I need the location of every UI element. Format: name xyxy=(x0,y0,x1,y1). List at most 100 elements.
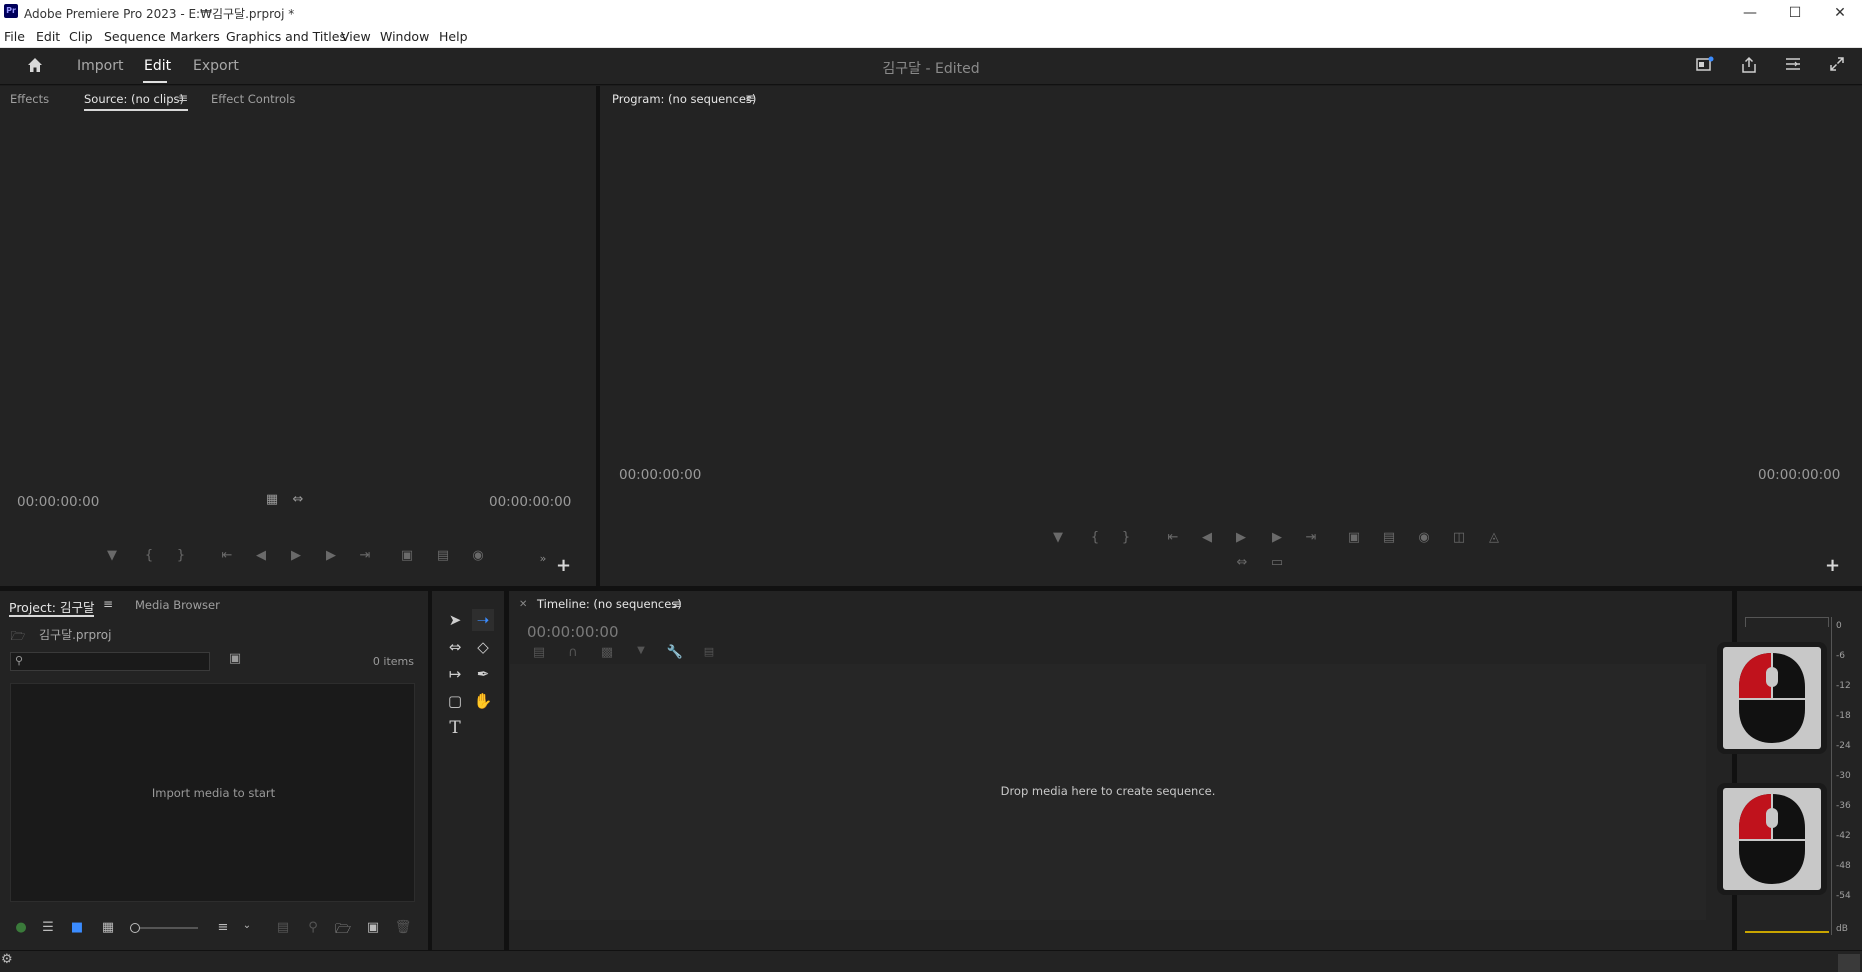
project-name: 김구달 xyxy=(882,61,922,77)
lift-icon[interactable]: ▣ xyxy=(1344,530,1364,545)
quick-export-icon[interactable] xyxy=(1694,56,1716,78)
type-tool-icon[interactable]: T xyxy=(444,717,466,739)
project-item-list[interactable]: Import media to start xyxy=(10,683,415,902)
comparison-view-icon[interactable]: ◫ xyxy=(1449,530,1469,545)
program-step-forward-icon[interactable]: ▶ xyxy=(1267,530,1287,545)
timeline-add-marker-icon[interactable]: ▼ xyxy=(631,645,651,656)
tab-effect-controls[interactable]: Effect Controls xyxy=(211,92,295,106)
proxy-toggle-icon[interactable]: ◬ xyxy=(1484,530,1504,545)
meter-axis xyxy=(1831,617,1832,935)
source-timecode-current[interactable]: 00:00:00:00 xyxy=(17,494,99,510)
program-panel-title[interactable]: Program: (no sequences) xyxy=(612,92,756,106)
program-step-back-icon[interactable]: ◀ xyxy=(1197,530,1217,545)
slip-tool-icon[interactable]: ↦ xyxy=(444,663,466,685)
close-timeline-icon[interactable]: ✕ xyxy=(519,599,527,610)
clear-icon[interactable]: 🗑 xyxy=(394,920,412,935)
razor-tool-icon[interactable]: ◇ xyxy=(472,636,494,658)
program-mark-out-icon[interactable]: } xyxy=(1116,530,1136,545)
linked-selection-icon[interactable]: ▩ xyxy=(597,645,617,660)
tab-media-browser[interactable]: Media Browser xyxy=(135,598,220,612)
insert-overwrite-icon[interactable]: ▤ xyxy=(529,645,549,660)
automate-to-sequence-icon[interactable]: ▤ xyxy=(274,920,292,935)
program-mark-in-icon[interactable]: { xyxy=(1085,530,1105,545)
menu-file[interactable]: File xyxy=(4,29,25,44)
maximize-icon[interactable]: ☐ xyxy=(1773,2,1817,24)
step-back-icon[interactable]: ◀ xyxy=(251,548,271,563)
go-to-out-icon[interactable]: ⇥ xyxy=(355,548,375,563)
program-timecode-current[interactable]: 00:00:00:00 xyxy=(619,467,701,483)
icon-view-icon[interactable]: ■ xyxy=(68,920,86,935)
tab-source[interactable]: Source: (no clips) xyxy=(84,92,184,106)
source-panel-menu-icon[interactable]: ≡ xyxy=(178,91,188,105)
find-icon[interactable]: ⚲ xyxy=(304,920,322,935)
menu-window[interactable]: Window xyxy=(380,29,429,44)
timeline-title[interactable]: Timeline: (no sequences) xyxy=(537,597,682,611)
pen-tool-icon[interactable]: ✒ xyxy=(472,663,494,685)
zoom-slider-handle[interactable] xyxy=(130,923,140,933)
more-controls-icon[interactable]: » xyxy=(533,552,553,565)
button-editor-plus-icon[interactable]: + xyxy=(556,555,571,576)
active-tab-indicator xyxy=(143,81,167,83)
share-icon[interactable] xyxy=(1738,56,1760,78)
multi-camera-icon[interactable]: ▭ xyxy=(1267,555,1287,570)
drag-video-icon[interactable]: ▦ xyxy=(262,492,282,507)
extract-icon[interactable]: ▤ xyxy=(1379,530,1399,545)
go-to-in-icon[interactable]: ⇤ xyxy=(217,548,237,563)
insert-icon[interactable]: ▣ xyxy=(397,548,417,563)
program-export-frame-icon[interactable]: ◉ xyxy=(1414,530,1434,545)
timeline-drop-area[interactable]: Drop media here to create sequence. xyxy=(510,664,1706,920)
track-select-tool-icon[interactable]: ➝ xyxy=(472,609,494,631)
new-item-icon[interactable]: ▣ xyxy=(364,920,382,935)
close-icon[interactable]: ✕ xyxy=(1818,2,1862,24)
menu-sequence[interactable]: Sequence xyxy=(104,29,166,44)
captions-icon[interactable]: ▤ xyxy=(699,645,719,658)
menu-help[interactable]: Help xyxy=(439,29,468,44)
mark-out-icon[interactable]: } xyxy=(171,548,191,563)
program-add-marker-icon[interactable]: ▼ xyxy=(1048,530,1068,545)
sort-icon[interactable]: ≡ xyxy=(214,920,232,935)
drag-audio-icon[interactable]: ⇔ xyxy=(288,492,308,507)
timeline-timecode[interactable]: 00:00:00:00 xyxy=(527,623,619,641)
menu-clip[interactable]: Clip xyxy=(69,29,93,44)
trim-icon[interactable]: ⇔ xyxy=(1232,555,1252,570)
find-bin-icon[interactable]: ▣ xyxy=(225,651,245,666)
menu-graphics-and-titles[interactable]: Graphics and Titles xyxy=(226,29,346,44)
minimize-icon[interactable]: — xyxy=(1728,2,1772,24)
fullscreen-icon[interactable] xyxy=(1826,56,1848,78)
overwrite-icon[interactable]: ▤ xyxy=(433,548,453,563)
program-go-to-out-icon[interactable]: ⇥ xyxy=(1301,530,1321,545)
workspace-menu-icon[interactable] xyxy=(1782,56,1804,78)
program-button-editor-plus-icon[interactable]: + xyxy=(1825,555,1840,576)
sync-status-icon[interactable]: ⚙ xyxy=(1,952,13,967)
write-protect-icon[interactable]: ● xyxy=(12,920,30,935)
source-panel: Effects Source: (no clips) ≡ Effect Cont… xyxy=(0,86,596,586)
sort-dropdown-icon[interactable]: ⌄ xyxy=(238,920,256,931)
menu-view[interactable]: View xyxy=(341,29,371,44)
snap-icon[interactable]: ∩ xyxy=(563,645,583,660)
freeform-view-icon[interactable]: ▦ xyxy=(99,920,117,935)
timeline-panel-menu-icon[interactable]: ≡ xyxy=(672,597,682,611)
notification-icon[interactable] xyxy=(1838,954,1860,972)
wrench-icon[interactable]: 🔧 xyxy=(665,645,685,660)
play-icon[interactable]: ▶ xyxy=(286,548,306,563)
export-frame-icon[interactable]: ◉ xyxy=(468,548,488,563)
new-bin-icon[interactable]: 🗁 xyxy=(334,920,352,942)
mark-in-icon[interactable]: { xyxy=(139,548,159,563)
program-go-to-in-icon[interactable]: ⇤ xyxy=(1163,530,1183,545)
tab-project[interactable]: Project: 김구달 xyxy=(9,597,94,616)
program-play-icon[interactable]: ▶ xyxy=(1231,530,1251,545)
program-panel-menu-icon[interactable]: ≡ xyxy=(745,91,755,105)
project-panel-menu-icon[interactable]: ≡ xyxy=(103,597,113,611)
add-marker-icon[interactable]: ▼ xyxy=(102,548,122,563)
rectangle-tool-icon[interactable]: ▢ xyxy=(444,690,466,712)
project-search-input[interactable]: ⚲ xyxy=(10,652,210,671)
zoom-slider[interactable] xyxy=(130,923,198,933)
menu-markers[interactable]: Markers xyxy=(170,29,220,44)
step-forward-icon[interactable]: ▶ xyxy=(321,548,341,563)
list-view-icon[interactable]: ☰ xyxy=(39,920,57,935)
tab-effects[interactable]: Effects xyxy=(10,92,49,106)
ripple-edit-tool-icon[interactable]: ⇔ xyxy=(444,636,466,658)
hand-tool-icon[interactable]: ✋ xyxy=(472,690,494,712)
menu-edit[interactable]: Edit xyxy=(36,29,60,44)
selection-tool-icon[interactable]: ➤ xyxy=(444,609,466,631)
